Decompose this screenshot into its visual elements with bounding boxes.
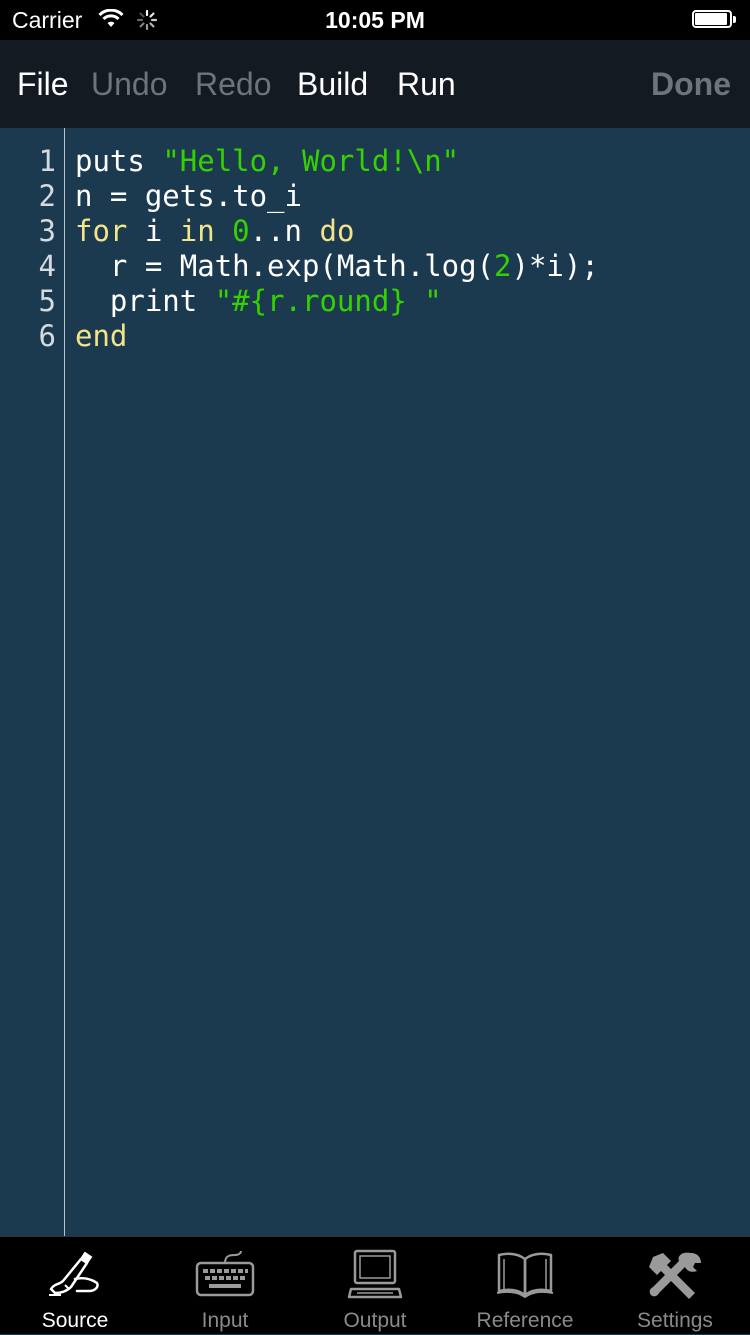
code-token-plain: i <box>127 214 180 248</box>
code-token-plain: puts <box>75 144 163 178</box>
pen-hand-icon <box>45 1249 105 1301</box>
code-token-string: "#{r.round} " <box>214 284 442 318</box>
tab-reference[interactable]: Reference <box>450 1237 600 1335</box>
line-number: 3 <box>38 214 56 248</box>
computer-icon <box>345 1249 405 1301</box>
line-number: 6 <box>38 319 56 353</box>
code-token-plain: )*i); <box>511 249 599 283</box>
editor-toolbar: File Undo Redo Build Run Done <box>0 40 750 128</box>
code-token-keyword: for <box>75 214 128 248</box>
line-text: print "#{r.round} " <box>75 284 442 319</box>
tab-input-label: Input <box>201 1309 249 1332</box>
clock: 10:05 PM <box>325 7 425 33</box>
code-line[interactable]: 5 print "#{r.round} " <box>0 284 442 319</box>
tab-source[interactable]: Source <box>0 1237 150 1335</box>
run-button[interactable]: Run <box>397 66 456 103</box>
code-token-number: 2 <box>494 249 512 283</box>
code-token-plain: r = Math.exp(Math.log( <box>75 249 495 283</box>
status-bar: Carrier 10:05 PM <box>0 0 750 40</box>
tab-output[interactable]: Output <box>300 1237 450 1335</box>
code-token-plain: ..n <box>249 214 320 248</box>
undo-button[interactable]: Undo <box>91 66 168 103</box>
line-number: 5 <box>38 284 56 318</box>
line-text: r = Math.exp(Math.log(2)*i); <box>75 249 599 284</box>
code-token-plain: print <box>75 284 215 318</box>
tab-reference-label: Reference <box>476 1309 574 1332</box>
code-line[interactable]: 2 n = gets.to_i <box>0 179 302 214</box>
code-token-number: 0 <box>232 214 250 248</box>
tab-input[interactable]: Input <box>150 1237 300 1335</box>
code-token-keyword: in <box>179 214 215 248</box>
line-text: puts "Hello, World!\n" <box>75 144 459 179</box>
line-text: for i in 0..n do <box>75 214 354 249</box>
code-line[interactable]: 3 for i in 0..n do <box>0 214 355 249</box>
line-text: end <box>75 319 127 354</box>
code-line[interactable]: 1 puts "Hello, World!\n" <box>0 144 460 179</box>
tools-icon <box>645 1249 705 1301</box>
keyboard-icon <box>195 1249 255 1301</box>
line-number: 4 <box>38 249 56 283</box>
code-editor[interactable]: 1 puts "Hello, World!\n" 2 n = gets.to_i 3 fo… <box>0 128 750 1236</box>
code-token-string: "Hello, World!\n" <box>162 144 460 178</box>
book-icon <box>495 1249 555 1301</box>
code-token-keyword: end <box>75 319 128 353</box>
tab-settings[interactable]: Settings <box>600 1237 750 1335</box>
code-area[interactable]: 1 puts "Hello, World!\n" 2 n = gets.to_i 3 fo… <box>0 144 599 354</box>
code-token-keyword: do <box>319 214 355 248</box>
code-token-plain: n = gets.to_i <box>75 179 302 213</box>
done-button[interactable]: Done <box>651 66 731 103</box>
tab-bar: Source Input Output Reference Settings <box>0 1236 750 1334</box>
line-text: n = gets.to_i <box>75 179 302 214</box>
battery-icon <box>692 10 738 30</box>
line-number: 2 <box>38 179 56 213</box>
tab-output-label: Output <box>343 1309 407 1332</box>
gutter-divider <box>64 128 65 1236</box>
tab-settings-label: Settings <box>637 1309 713 1332</box>
file-button[interactable]: File <box>17 66 69 103</box>
build-button[interactable]: Build <box>297 66 368 103</box>
tab-source-label: Source <box>41 1309 109 1332</box>
code-line[interactable]: 4 r = Math.exp(Math.log(2)*i); <box>0 249 599 284</box>
code-line[interactable]: 6 end <box>0 319 128 354</box>
line-number: 1 <box>38 144 56 178</box>
redo-button[interactable]: Redo <box>195 66 272 103</box>
